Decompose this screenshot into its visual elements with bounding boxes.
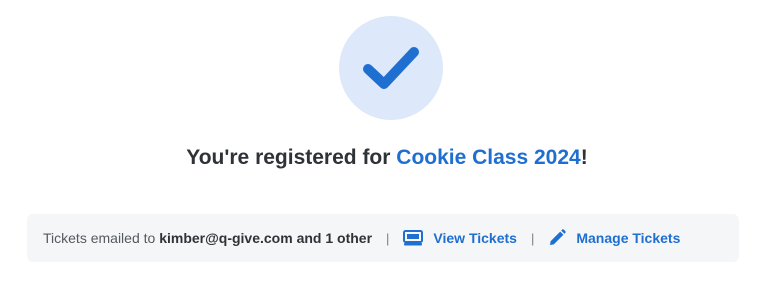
tickets-emailed-text: Tickets emailed to kimber@q-give.com and…: [43, 230, 372, 246]
tickets-prefix: Tickets emailed to: [43, 230, 160, 246]
separator: |: [530, 230, 535, 246]
additional-recipients: and 1 other: [296, 230, 373, 246]
view-tickets-link[interactable]: View Tickets: [403, 230, 517, 246]
registration-confirmation-heading: You're registered for Cookie Class 2024!: [0, 143, 774, 173]
headline-suffix: !: [580, 146, 588, 169]
separator: |: [386, 230, 390, 246]
ticket-icon: [403, 230, 424, 246]
success-check-badge: [339, 16, 443, 120]
manage-tickets-link[interactable]: Manage Tickets: [548, 229, 680, 247]
recipient-email: kimber@q-give.com: [159, 230, 293, 246]
view-tickets-label: View Tickets: [433, 230, 517, 246]
checkmark-icon: [362, 45, 420, 91]
headline-prefix: You're registered for: [186, 146, 397, 169]
tickets-info-bar: Tickets emailed to kimber@q-give.com and…: [27, 214, 739, 262]
event-name-link[interactable]: Cookie Class 2024: [396, 146, 580, 169]
manage-tickets-label: Manage Tickets: [576, 230, 681, 246]
pencil-icon: [548, 229, 567, 247]
